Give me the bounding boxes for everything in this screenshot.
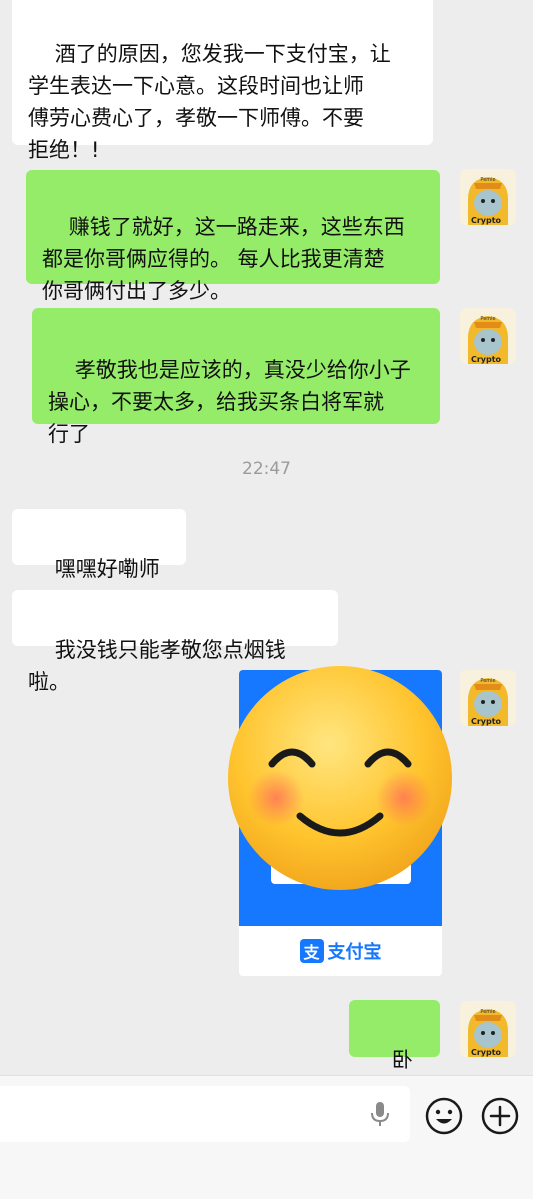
avatar-badge: Pemie [480, 177, 495, 183]
smiley-sticker-icon [228, 666, 452, 890]
plus-icon[interactable] [480, 1096, 520, 1136]
timestamp: 22:47 [242, 459, 291, 479]
avatar-badge: Pemie [480, 678, 495, 684]
message-input[interactable] [0, 1086, 410, 1142]
avatar-badge: Pemie [480, 1009, 495, 1015]
message-outgoing[interactable]: 赚钱了就好，这一路走来，这些东西 都是你哥俩应得的。 每人比我更清楚 你哥俩付出… [26, 170, 440, 303]
avatar-caption: Crypto [471, 216, 502, 225]
chat-area[interactable]: 酒了的原因，您发我一下支付宝，让 学生表达一下心意。这段时间也让师 傅劳心费心了… [0, 0, 533, 1075]
message-incoming[interactable]: 我没钱只能孝敬您点烟钱啦。 [12, 590, 338, 694]
alipay-logo-icon: 支 [299, 939, 324, 963]
avatar-caption: Crypto [471, 717, 502, 726]
avatar[interactable]: Pemie Crypto [460, 670, 516, 726]
avatar[interactable]: Pemie Crypto [460, 1001, 516, 1057]
message-text: 酒了的原因，您发我一下支付宝，让 学生表达一下心意。这段时间也让师 傅劳心费心了… [28, 42, 391, 162]
message-incoming[interactable]: 嘿嘿好嘞师傅 [12, 509, 186, 613]
message-outgoing[interactable]: 卧槽? [349, 1000, 440, 1072]
message-text: 卧槽? [391, 1048, 413, 1072]
input-bar [0, 1075, 533, 1199]
avatar[interactable]: Pemie Crypto [460, 169, 516, 225]
card-footer: 支 支付宝 [239, 926, 442, 976]
avatar-caption: Crypto [471, 1048, 502, 1057]
message-text: 赚钱了就好，这一路走来，这些东西 都是你哥俩应得的。 每人比我更清楚 你哥俩付出… [42, 215, 405, 303]
message-incoming[interactable]: 酒了的原因，您发我一下支付宝，让 学生表达一下心意。这段时间也让师 傅劳心费心了… [12, 0, 433, 162]
avatar-badge: Pemie [480, 316, 495, 322]
microphone-icon[interactable] [368, 1099, 392, 1129]
message-outgoing[interactable]: 孝敬我也是应该的，真没少给你小子 操心，不要太多，给我买条白将军就 行了 [32, 308, 440, 446]
emoji-icon[interactable] [424, 1096, 464, 1136]
avatar[interactable]: Pemie Crypto [460, 308, 516, 364]
message-text: 孝敬我也是应该的，真没少给你小子 操心，不要太多，给我买条白将军就 行了 [48, 358, 411, 446]
avatar-caption: Crypto [471, 355, 502, 364]
alipay-brand: 支付宝 [327, 942, 382, 963]
